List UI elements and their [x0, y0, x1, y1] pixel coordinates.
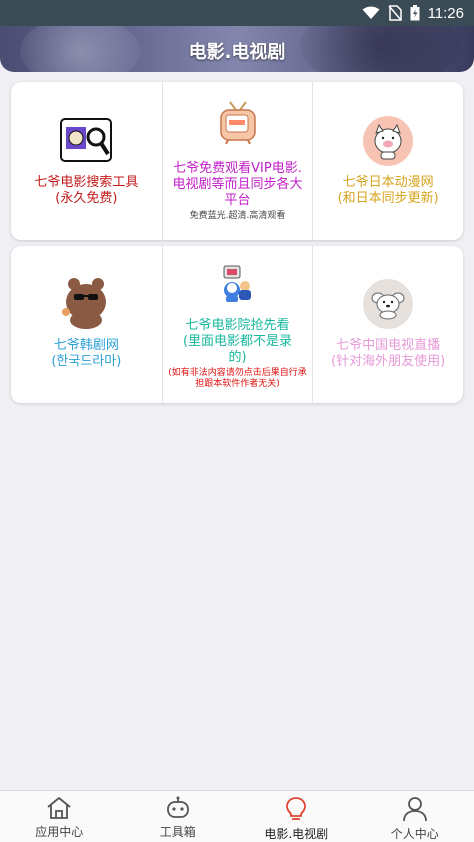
retro-tv-icon: [218, 100, 258, 148]
bear-sunglasses-icon: [58, 276, 114, 334]
tab-label: 应用中心: [35, 825, 84, 839]
tile-sublabel: 免费蓝光.超清.高清观看: [189, 211, 286, 221]
tile-label: 七爷中国电视直播 (针对海外朋友使用): [331, 338, 446, 369]
tile-label: 七爷电影院抢先看 (里面电影都不是录 的): [182, 318, 293, 365]
tab-label: 个人中心: [390, 827, 439, 841]
clock: 11:26: [427, 4, 464, 22]
tile-korean-drama[interactable]: 七爷韩剧网 (한국드라마): [11, 246, 162, 403]
dog-avatar-icon: [362, 278, 414, 334]
home-icon: [47, 797, 71, 819]
battery-icon: [410, 5, 420, 21]
tile-anime[interactable]: 七爷日本动漫网 (和日本同步更新): [312, 82, 463, 240]
tile-label: 七爷韩剧网 (한국드라마): [51, 338, 122, 369]
tile-label: 七爷免费观看VIP电影. 电视剧等而且同步各大 平台: [172, 161, 303, 208]
tile-chinese-tv[interactable]: 七爷中国电视直播 (针对海外朋友使用): [312, 246, 463, 403]
bottom-tab-bar: 应用中心 工具箱 电影.电视剧 个人中心: [0, 790, 474, 842]
bulb-icon: [286, 797, 307, 820]
tab-label: 电影.电视剧: [264, 827, 329, 841]
tab-app-center[interactable]: 应用中心: [0, 791, 119, 842]
tab-profile[interactable]: 个人中心: [356, 791, 474, 842]
card-row-2: 七爷韩剧网 (한국드라마) 七爷电影院抢先看 (里面电影都不是录 的) (如有非…: [11, 246, 463, 403]
wifi-icon: [362, 6, 380, 19]
no-sim-icon: [387, 5, 402, 21]
status-bar: 11:26: [0, 0, 474, 26]
tile-label: 七爷日本动漫网 (和日本同步更新): [337, 175, 439, 206]
tile-disclaimer: (如有非法内容请勿点击后果自行承 担跟本软件作者无关): [168, 368, 307, 389]
tile-vip-movies[interactable]: 七爷免费观看VIP电影. 电视剧等而且同步各大 平台 免费蓝光.超清.高清观看: [161, 82, 313, 240]
robot-icon: [166, 796, 189, 818]
tab-movies-tv[interactable]: 电影.电视剧: [237, 791, 356, 842]
robots-tv-icon: [218, 262, 258, 308]
tab-label: 工具箱: [159, 825, 196, 839]
tab-toolbox[interactable]: 工具箱: [119, 791, 238, 842]
tile-label: 七爷电影搜索工具 (永久免费): [34, 175, 139, 206]
status-icons: 11:26: [362, 3, 464, 23]
header-banner: 电影.电视剧: [0, 26, 474, 72]
user-icon: [402, 797, 427, 822]
tile-movie-search[interactable]: 七爷电影搜索工具 (永久免费): [11, 82, 162, 240]
card-row-1: 七爷电影搜索工具 (永久免费) 七爷免费观看VIP电影. 电视剧等而且同步各大 …: [11, 82, 463, 240]
pig-avatar-icon: [362, 115, 414, 171]
tile-cinema-preview[interactable]: 七爷电影院抢先看 (里面电影都不是录 的) (如有非法内容请勿点击后果自行承 担…: [161, 246, 313, 403]
page-title: 电影.电视剧: [188, 42, 286, 63]
search-tool-icon: [59, 117, 113, 167]
